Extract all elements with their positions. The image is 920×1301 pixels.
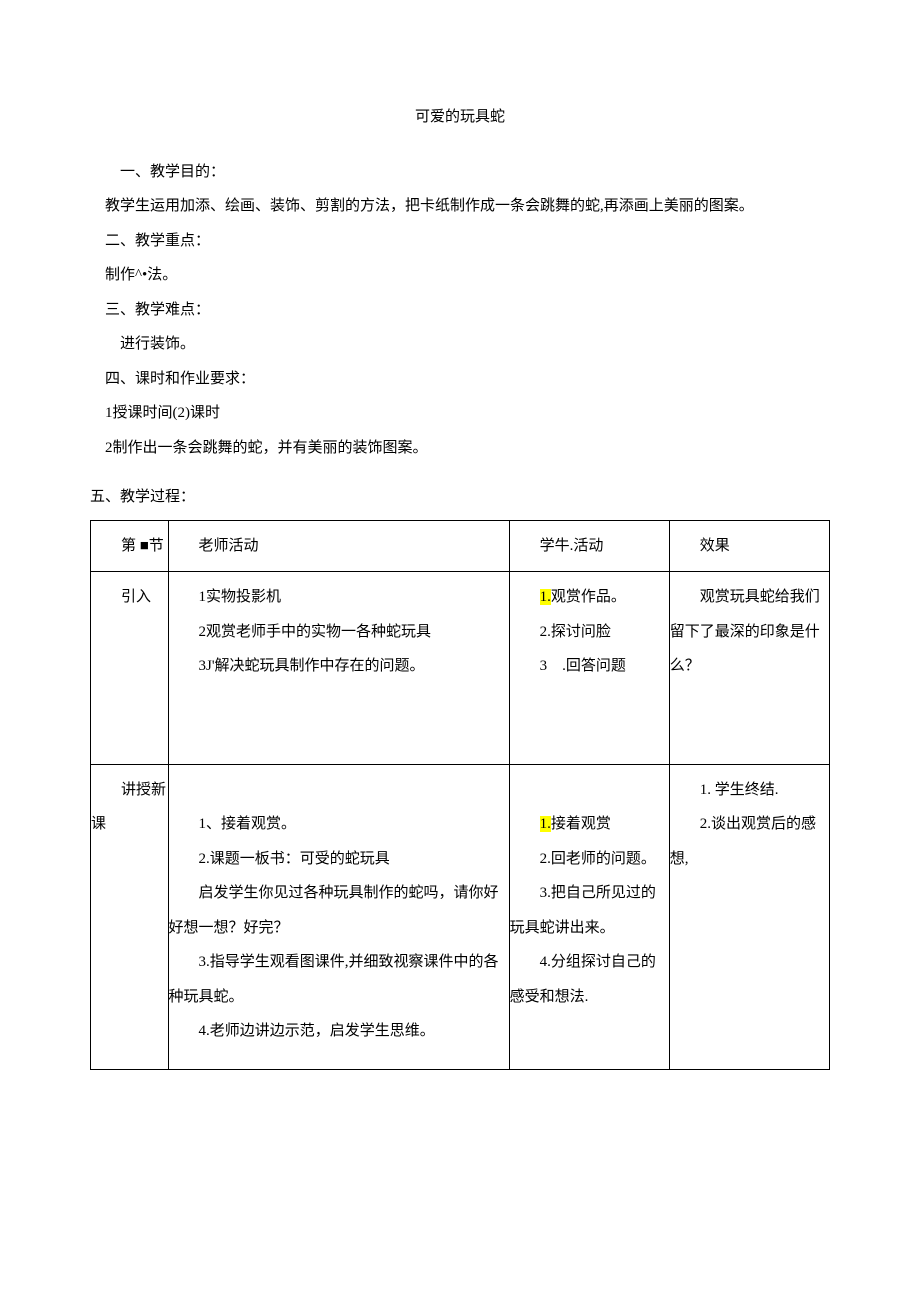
table-row: 引入 1实物投影机 2观赏老师手中的实物一各种蛇玩具 3J'解决蛇玩具制作中存在… — [91, 572, 830, 765]
header-cell-teacher: 老师活动 — [168, 520, 509, 572]
lesson-table: 第 ■节 老师活动 学牛.活动 效果 引入 1实物投影机 2观赏老师手中的实物一… — [90, 520, 830, 1070]
highlight-text: 1. — [540, 589, 551, 605]
section-1-heading: 一、教学目的： — [90, 155, 830, 190]
cell-student-intro: 1.观赏作品。 2.探讨问脸 3 .回答问题 — [509, 572, 669, 765]
section-2-content: 制作^•法。 — [90, 258, 830, 293]
section-3-heading: 三、教学难点： — [90, 293, 830, 328]
section-4-line2: 2制作出一条会跳舞的蛇，并有美丽的装饰图案。 — [90, 431, 830, 466]
section-2-heading: 二、教学重点： — [90, 224, 830, 259]
header-cell-effect: 效果 — [669, 520, 829, 572]
cell-effect-intro: 观赏玩具蛇给我们留下了最深的印象是什么？ — [669, 572, 829, 765]
section-5-heading: 五、教学过程： — [90, 480, 830, 515]
header-cell-section: 第 ■节 — [91, 520, 169, 572]
section-4-line1: 1授课时间(2)课时 — [90, 396, 830, 431]
table-row: 讲授新课 1、接着观赏。 2.课题一板书：可受的蛇玩具 启发学生你见过各种玩具制… — [91, 764, 830, 1069]
section-3-content: 进行装饰。 — [90, 327, 830, 362]
cell-teacher-lecture: 1、接着观赏。 2.课题一板书：可受的蛇玩具 启发学生你见过各种玩具制作的蛇吗，… — [168, 764, 509, 1069]
document-title: 可爱的玩具蛇 — [90, 100, 830, 135]
highlight-text: 1. — [540, 816, 551, 832]
section-4-heading: 四、课时和作业要求： — [90, 362, 830, 397]
cell-effect-lecture: 1. 学生终结. 2.谈出观赏后的感想, — [669, 764, 829, 1069]
cell-lecture-label: 讲授新课 — [91, 764, 169, 1069]
cell-teacher-intro: 1实物投影机 2观赏老师手中的实物一各种蛇玩具 3J'解决蛇玩具制作中存在的问题… — [168, 572, 509, 765]
header-cell-student: 学牛.活动 — [509, 520, 669, 572]
section-1-content: 教学生运用加添、绘画、装饰、剪割的方法，把卡纸制作成一条会跳舞的蛇,再添画上美丽… — [90, 189, 830, 224]
cell-student-lecture: 1.接着观赏 2.回老师的问题。 3.把自己所见过的玩具蛇讲出来。 4.分组探讨… — [509, 764, 669, 1069]
cell-intro-label: 引入 — [91, 572, 169, 765]
table-header-row: 第 ■节 老师活动 学牛.活动 效果 — [91, 520, 830, 572]
